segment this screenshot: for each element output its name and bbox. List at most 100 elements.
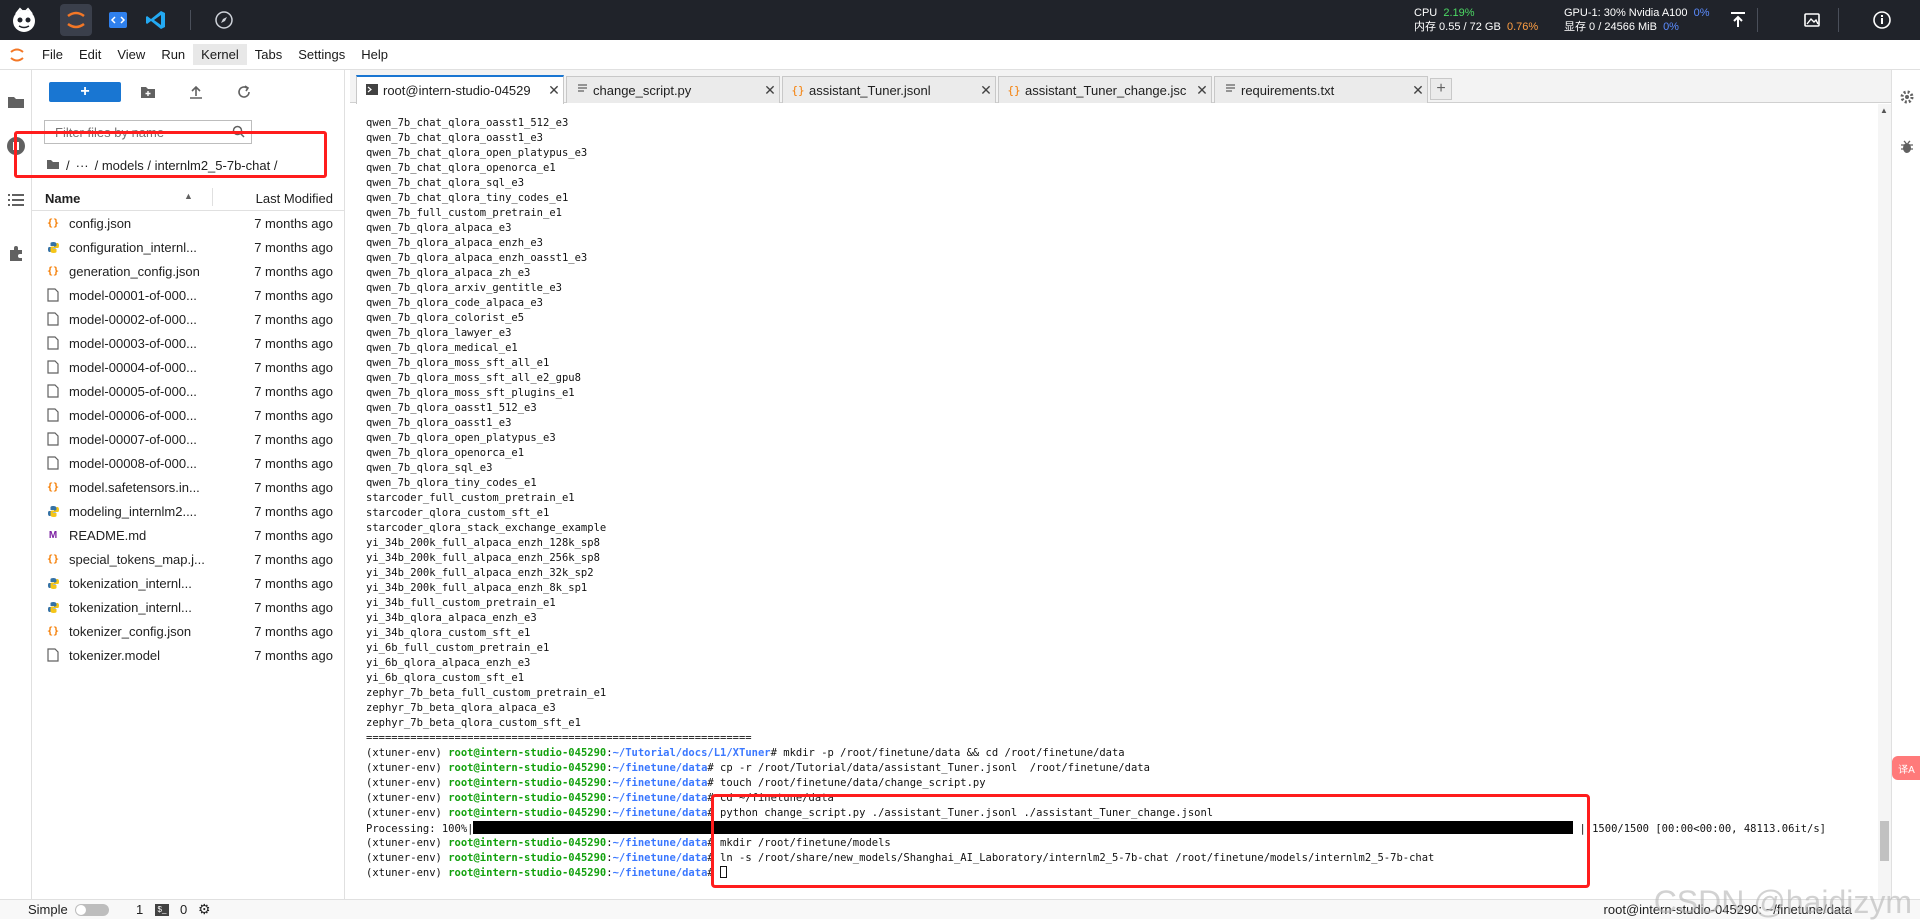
command-text: touch /root/finetune/data/change_script.… xyxy=(720,777,986,789)
file-list-header: Name ▲ Last Modified xyxy=(32,183,345,211)
kernel-count[interactable]: 1 xyxy=(136,902,143,917)
file-row[interactable]: model-00004-of-000... 7 months ago xyxy=(32,355,345,379)
sort-ascending-icon[interactable]: ▲ xyxy=(184,191,193,201)
vscode-app-icon[interactable] xyxy=(140,4,172,36)
close-icon[interactable]: ✕ xyxy=(761,82,779,99)
terminal-line: qwen_7b_chat_qlora_open_platypus_e3 xyxy=(366,147,588,159)
scrollbar-thumb[interactable] xyxy=(1880,821,1889,861)
file-name: modeling_internlm2.... xyxy=(69,504,197,519)
terminal-scrollbar[interactable]: ▲ xyxy=(1878,104,1891,899)
translate-icon[interactable]: 译A xyxy=(1892,756,1920,780)
terminal-line: qwen_7b_qlora_medical_e1 xyxy=(366,342,518,354)
upload-icon[interactable] xyxy=(1722,4,1754,36)
info-icon[interactable] xyxy=(1866,4,1898,36)
prompt-hash: # xyxy=(707,777,721,789)
tab-terminal[interactable]: root@intern-studio-04529 ✕ xyxy=(356,75,564,104)
file-icon xyxy=(46,456,60,470)
prompt-hash: # xyxy=(770,747,784,759)
tab-assistant-tuner-change[interactable]: {} assistant_Tuner_change.jsc ✕ xyxy=(998,76,1212,103)
scroll-up-icon[interactable]: ▲ xyxy=(1880,106,1888,115)
tab-assistant-tuner[interactable]: {} assistant_Tuner.jsonl ✕ xyxy=(782,76,996,103)
file-modified: 7 months ago xyxy=(254,528,333,543)
file-modified: 7 months ago xyxy=(254,240,333,255)
file-row[interactable]: tokenizer.model 7 months ago xyxy=(32,643,345,667)
file-browser-panel: + / ··· / models / internlm2_5-7b-chat /… xyxy=(32,70,345,899)
file-row[interactable]: model-00005-of-000... 7 months ago xyxy=(32,379,345,403)
close-icon[interactable]: ✕ xyxy=(1409,82,1427,99)
upload-files-icon[interactable] xyxy=(184,82,208,102)
status-bar: Simple 1 $_ 0 ⚙ root@intern-studio-04529… xyxy=(0,884,1920,920)
close-icon[interactable]: ✕ xyxy=(1193,82,1211,99)
menu-settings[interactable]: Settings xyxy=(290,44,353,65)
menu-bar: File Edit View Run Kernel Tabs Settings … xyxy=(0,40,1920,70)
file-row[interactable]: modeling_internlm2.... 7 months ago xyxy=(32,499,345,523)
table-of-contents-icon[interactable] xyxy=(0,178,32,222)
terminal-line: yi_34b_200k_full_alpaca_enzh_8k_sp1 xyxy=(366,582,588,594)
tab-change-script[interactable]: change_script.py ✕ xyxy=(566,76,780,103)
folder-icon[interactable] xyxy=(0,80,32,124)
file-modified: 7 months ago xyxy=(254,216,333,231)
property-inspector-gear-icon[interactable] xyxy=(1896,86,1918,108)
terminal-line: qwen_7b_qlora_alpaca_enzh_e3 xyxy=(366,237,544,249)
prompt-env: (xtuner-env) xyxy=(366,777,449,789)
file-row[interactable]: {} special_tokens_map.j... 7 months ago xyxy=(32,547,345,571)
file-row[interactable]: model-00006-of-000... 7 months ago xyxy=(32,403,345,427)
file-row[interactable]: {} model.safetensors.in... 7 months ago xyxy=(32,475,345,499)
column-name-header[interactable]: Name xyxy=(45,191,80,206)
kernel-status-icon[interactable]: ⚙ xyxy=(198,901,211,918)
highlight-annotation xyxy=(711,794,1590,888)
json-icon: {} xyxy=(791,83,805,97)
gpu-value: 0% xyxy=(1693,7,1710,19)
terminal-line: qwen_7b_qlora_colorist_e5 xyxy=(366,312,525,324)
menu-run[interactable]: Run xyxy=(153,44,193,65)
json-icon: {} xyxy=(46,553,60,565)
tab-label: root@intern-studio-04529 xyxy=(383,83,531,98)
file-modified: 7 months ago xyxy=(254,384,333,399)
terminal-count[interactable]: 0 xyxy=(180,902,187,917)
refresh-icon[interactable] xyxy=(232,82,256,102)
menu-edit[interactable]: Edit xyxy=(71,44,109,65)
file-row[interactable]: tokenization_internl... 7 months ago xyxy=(32,595,345,619)
file-row[interactable]: model-00002-of-000... 7 months ago xyxy=(32,307,345,331)
tab-requirements[interactable]: requirements.txt ✕ xyxy=(1214,76,1428,103)
debugger-bug-icon[interactable] xyxy=(1896,136,1918,158)
prompt-user: root@intern-studio-045290 xyxy=(448,837,607,849)
simple-mode-toggle[interactable] xyxy=(75,904,109,916)
file-row[interactable]: model-00008-of-000... 7 months ago xyxy=(32,451,345,475)
column-modified-header[interactable]: Last Modified xyxy=(256,191,333,206)
toolbar-divider xyxy=(190,10,191,30)
menu-help[interactable]: Help xyxy=(353,44,396,65)
terminal-line: qwen_7b_qlora_alpaca_enzh_oasst1_e3 xyxy=(366,252,588,264)
file-row[interactable]: model-00007-of-000... 7 months ago xyxy=(32,427,345,451)
menu-kernel[interactable]: Kernel xyxy=(193,44,247,65)
terminal-count-icon[interactable]: $_ xyxy=(155,904,169,916)
file-name: tokenizer.model xyxy=(69,648,161,663)
file-row[interactable]: {} tokenizer_config.json 7 months ago xyxy=(32,619,345,643)
right-sidebar: 译A xyxy=(1891,70,1920,899)
file-row[interactable]: tokenization_internl... 7 months ago xyxy=(32,571,345,595)
menu-file[interactable]: File xyxy=(34,44,71,65)
file-row[interactable]: {} generation_config.json 7 months ago xyxy=(32,259,345,283)
file-row[interactable]: model-00003-of-000... 7 months ago xyxy=(32,331,345,355)
screenshot-icon[interactable] xyxy=(1796,4,1828,36)
file-row[interactable]: configuration_internl... 7 months ago xyxy=(32,235,345,259)
new-launcher-button[interactable]: + xyxy=(49,82,121,102)
file-modified: 7 months ago xyxy=(254,480,333,495)
file-row[interactable]: M README.md 7 months ago xyxy=(32,523,345,547)
close-icon[interactable]: ✕ xyxy=(977,82,995,99)
extensions-puzzle-icon[interactable] xyxy=(0,232,32,276)
code-app-icon[interactable] xyxy=(102,4,134,36)
menu-view[interactable]: View xyxy=(109,44,153,65)
jupyter-app-icon[interactable] xyxy=(60,4,92,36)
menu-tabs[interactable]: Tabs xyxy=(247,44,290,65)
close-icon[interactable]: ✕ xyxy=(545,82,563,99)
file-name: model-00003-of-000... xyxy=(69,336,197,351)
intern-logo-icon[interactable] xyxy=(8,4,40,36)
compass-icon[interactable] xyxy=(208,4,240,36)
gpu-label: GPU-1: 30% Nvidia A100 xyxy=(1564,7,1688,19)
add-tab-icon[interactable]: + xyxy=(1430,78,1452,100)
file-row[interactable]: model-00001-of-000... 7 months ago xyxy=(32,283,345,307)
terminal-output[interactable]: qwen_7b_chat_qlora_oasst1_512_e3 qwen_7b_… xyxy=(350,104,1878,899)
new-folder-icon[interactable] xyxy=(136,82,160,102)
file-row[interactable]: {} config.json 7 months ago xyxy=(32,211,345,235)
